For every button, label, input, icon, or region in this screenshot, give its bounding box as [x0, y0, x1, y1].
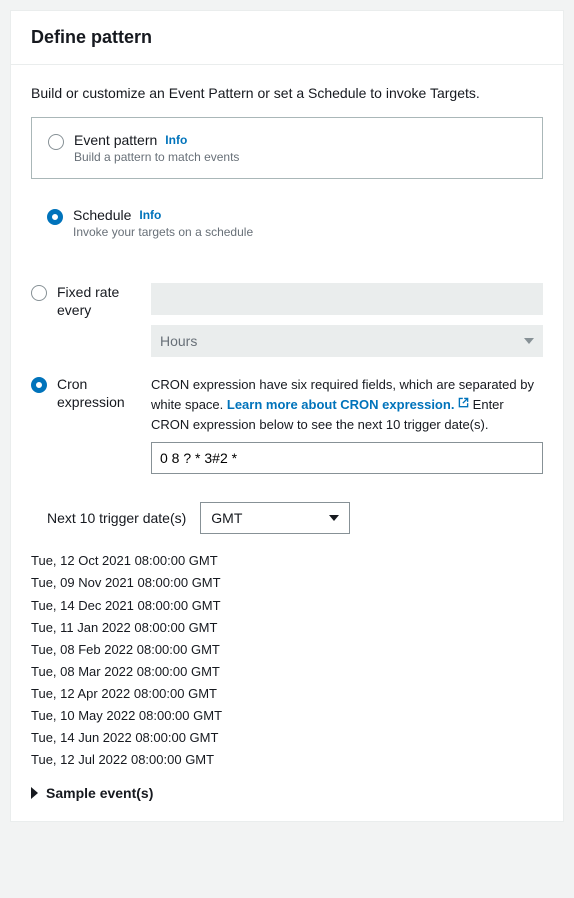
info-link[interactable]: Info — [165, 133, 187, 147]
trigger-date: Tue, 12 Jul 2022 08:00:00 GMT — [31, 749, 543, 771]
schedule-label: Schedule — [73, 207, 131, 223]
trigger-date: Tue, 14 Dec 2021 08:00:00 GMT — [31, 595, 543, 617]
trigger-date: Tue, 11 Jan 2022 08:00:00 GMT — [31, 617, 543, 639]
radio-icon[interactable] — [47, 209, 63, 225]
cron-link-text: Learn more about CRON expression. — [227, 397, 455, 412]
panel-title: Define pattern — [31, 27, 543, 48]
trigger-dates-label: Next 10 trigger date(s) — [47, 510, 186, 526]
fixed-rate-unit-select: Hours — [151, 325, 543, 357]
intro-text: Build or customize an Event Pattern or s… — [31, 85, 543, 101]
event-pattern-label-block: Event pattern Info Build a pattern to ma… — [74, 132, 239, 164]
event-pattern-option[interactable]: Event pattern Info Build a pattern to ma… — [31, 117, 543, 179]
fixed-rate-unit-value: Hours — [160, 333, 197, 349]
panel-body: Build or customize an Event Pattern or s… — [11, 65, 563, 821]
trigger-date: Tue, 12 Oct 2021 08:00:00 GMT — [31, 550, 543, 572]
radio-icon[interactable] — [31, 377, 47, 393]
fixed-rate-input — [151, 283, 543, 315]
fixed-rate-row: Fixed rate every Hours — [31, 283, 543, 357]
cron-label: Cron expression — [57, 375, 141, 411]
event-pattern-label: Event pattern — [74, 132, 157, 148]
cron-help-text: CRON expression have six required fields… — [151, 375, 543, 434]
timezone-value: GMT — [211, 510, 242, 526]
radio-icon[interactable] — [31, 285, 47, 301]
chevron-right-icon — [31, 787, 38, 799]
panel-header: Define pattern — [11, 11, 563, 65]
trigger-dates-section: Next 10 trigger date(s) GMT Tue, 12 Oct … — [31, 502, 543, 801]
cron-learn-more-link[interactable]: Learn more about CRON expression. — [227, 397, 469, 412]
trigger-date: Tue, 08 Feb 2022 08:00:00 GMT — [31, 639, 543, 661]
external-link-icon — [458, 394, 469, 414]
sample-events-label: Sample event(s) — [46, 785, 153, 801]
trigger-date: Tue, 10 May 2022 08:00:00 GMT — [31, 705, 543, 727]
cron-expression-input[interactable] — [151, 442, 543, 474]
sample-events-toggle[interactable]: Sample event(s) — [31, 785, 543, 801]
radio-icon[interactable] — [48, 134, 64, 150]
trigger-date: Tue, 08 Mar 2022 08:00:00 GMT — [31, 661, 543, 683]
define-pattern-panel: Define pattern Build or customize an Eve… — [10, 10, 564, 822]
chevron-down-icon — [329, 515, 339, 521]
trigger-date: Tue, 09 Nov 2021 08:00:00 GMT — [31, 572, 543, 594]
schedule-sub-options: Fixed rate every Hours Cron expression — [31, 283, 543, 474]
timezone-select[interactable]: GMT — [200, 502, 350, 534]
event-pattern-desc: Build a pattern to match events — [74, 150, 239, 164]
schedule-option[interactable]: Schedule Info Invoke your targets on a s… — [31, 207, 543, 259]
fixed-rate-label: Fixed rate every — [57, 283, 141, 319]
trigger-date: Tue, 12 Apr 2022 08:00:00 GMT — [31, 683, 543, 705]
schedule-label-block: Schedule Info Invoke your targets on a s… — [73, 207, 253, 239]
chevron-down-icon — [524, 338, 534, 344]
trigger-date: Tue, 14 Jun 2022 08:00:00 GMT — [31, 727, 543, 749]
schedule-desc: Invoke your targets on a schedule — [73, 225, 253, 239]
cron-row: Cron expression CRON expression have six… — [31, 375, 543, 474]
trigger-dates-list: Tue, 12 Oct 2021 08:00:00 GMT Tue, 09 No… — [31, 550, 543, 771]
info-link[interactable]: Info — [139, 208, 161, 222]
